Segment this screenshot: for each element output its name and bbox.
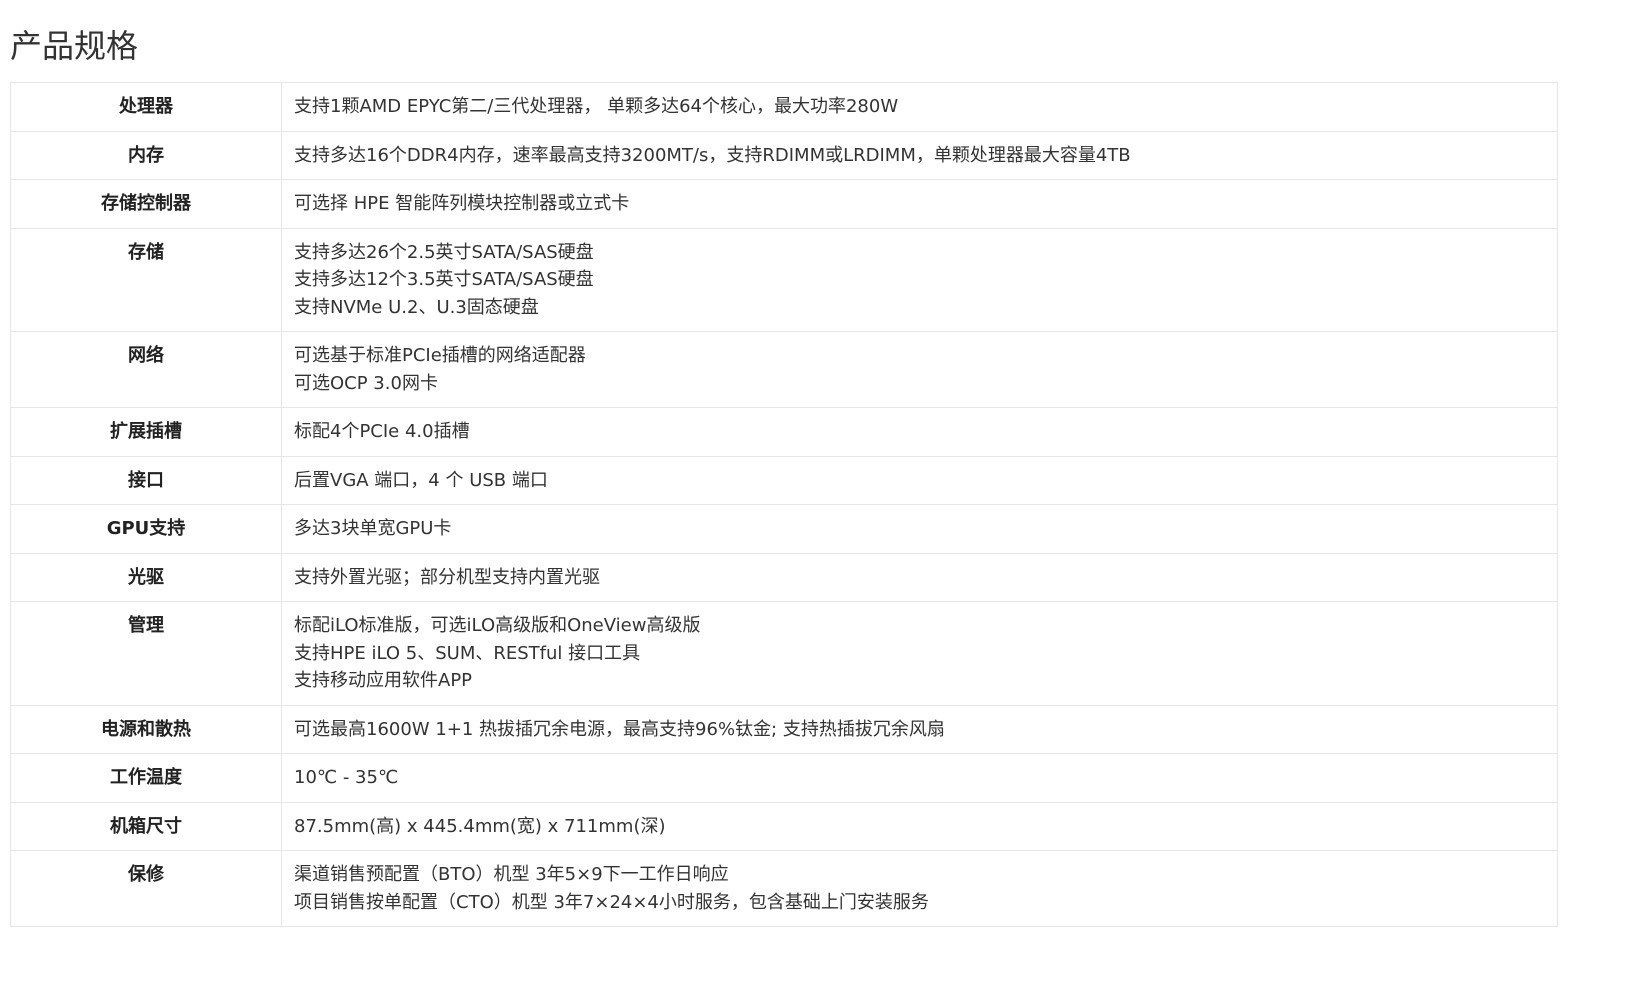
table-row: 工作温度 10℃ - 35℃ xyxy=(10,753,1558,803)
spec-value: 10℃ - 35℃ xyxy=(281,753,1558,803)
spec-value-line: 可选OCP 3.0网卡 xyxy=(294,372,438,394)
table-row: 存储控制器 可选择 HPE 智能阵列模块控制器或立式卡 xyxy=(10,179,1558,229)
table-row: 电源和散热 可选最高1600W 1+1 热拔插冗余电源，最高支持96%钛金; 支… xyxy=(10,704,1558,754)
spec-value-line: 支持多达12个3.5英寸SATA/SAS硬盘 xyxy=(294,269,594,290)
spec-label: 接口 xyxy=(10,455,282,505)
spec-value: 支持外置光驱；部分机型支持内置光驱 xyxy=(281,552,1558,602)
page: 产品规格 处理器 支持1颗AMD EPYC第二/三代处理器， 单颗多达64个核心… xyxy=(0,0,1643,993)
spec-value-line: 支持外置光驱；部分机型支持内置光驱 xyxy=(294,566,600,588)
spec-value: 可选最高1600W 1+1 热拔插冗余电源，最高支持96%钛金; 支持热插拔冗余… xyxy=(281,704,1558,754)
spec-value-line: 多达3块单宽GPU卡 xyxy=(294,518,452,539)
page-title: 产品规格 xyxy=(10,27,139,65)
spec-value: 可选基于标准PCIe插槽的网络适配器 可选OCP 3.0网卡 xyxy=(281,331,1558,408)
table-row: 扩展插槽 标配4个PCIe 4.0插槽 xyxy=(10,407,1558,457)
table-row: 内存 支持多达16个DDR4内存，速率最高支持3200MT/s，支持RDIMM或… xyxy=(10,130,1558,180)
spec-value-line: 后置VGA 端口，4 个 USB 端口 xyxy=(294,469,548,491)
spec-value-line: 渠道销售预配置（BTO）机型 3年5×9下一工作日响应 xyxy=(294,864,729,885)
spec-label: 光驱 xyxy=(10,552,282,602)
spec-value-line: 支持多达26个2.5英寸SATA/SAS硬盘 xyxy=(294,241,594,263)
table-row: GPU支持 多达3块单宽GPU卡 xyxy=(10,504,1558,554)
spec-value-line: 10℃ - 35℃ xyxy=(294,767,399,788)
spec-value: 渠道销售预配置（BTO）机型 3年5×9下一工作日响应 项目销售按单配置（CTO… xyxy=(281,850,1558,927)
table-row: 接口 后置VGA 端口，4 个 USB 端口 xyxy=(10,455,1558,505)
table-row: 管理 标配iLO标准版，可选iLO高级版和OneView高级版 支持HPE iL… xyxy=(10,601,1558,706)
spec-value-line: 支持1颗AMD EPYC第二/三代处理器， 单颗多达64个核心，最大功率280W xyxy=(294,96,899,117)
spec-value-line: 87.5mm(高) x 445.4mm(宽) x 711mm(深) xyxy=(294,815,666,837)
spec-value-line: 标配iLO标准版，可选iLO高级版和OneView高级版 xyxy=(294,615,701,636)
spec-value: 后置VGA 端口，4 个 USB 端口 xyxy=(281,455,1558,505)
spec-value-line: 可选最高1600W 1+1 热拔插冗余电源，最高支持96%钛金; 支持热插拔冗余… xyxy=(294,718,945,740)
spec-label: 管理 xyxy=(10,601,282,706)
spec-value: 标配iLO标准版，可选iLO高级版和OneView高级版 支持HPE iLO 5… xyxy=(281,601,1558,706)
spec-value: 支持1颗AMD EPYC第二/三代处理器， 单颗多达64个核心，最大功率280W xyxy=(281,82,1558,132)
spec-label: 扩展插槽 xyxy=(10,407,282,457)
table-row: 保修 渠道销售预配置（BTO）机型 3年5×9下一工作日响应 项目销售按单配置（… xyxy=(10,850,1558,927)
spec-value-line: 支持移动应用软件APP xyxy=(294,670,473,691)
spec-label: 机箱尺寸 xyxy=(10,801,282,851)
spec-label: 网络 xyxy=(10,331,282,408)
spec-value: 多达3块单宽GPU卡 xyxy=(281,504,1558,554)
spec-label: 保修 xyxy=(10,850,282,927)
spec-table: 处理器 支持1颗AMD EPYC第二/三代处理器， 单颗多达64个核心，最大功率… xyxy=(10,82,1558,927)
spec-label: 存储控制器 xyxy=(10,179,282,229)
spec-value-line: 可选基于标准PCIe插槽的网络适配器 xyxy=(294,345,586,366)
spec-label: 内存 xyxy=(10,130,282,180)
table-row: 机箱尺寸 87.5mm(高) x 445.4mm(宽) x 711mm(深) xyxy=(10,801,1558,851)
spec-label: 工作温度 xyxy=(10,753,282,803)
spec-value-line: 标配4个PCIe 4.0插槽 xyxy=(294,421,470,442)
table-row: 存储 支持多达26个2.5英寸SATA/SAS硬盘 支持多达12个3.5英寸SA… xyxy=(10,227,1558,332)
spec-value-line: 支持多达16个DDR4内存，速率最高支持3200MT/s，支持RDIMM或LRD… xyxy=(294,144,1131,166)
spec-label: 电源和散热 xyxy=(10,704,282,754)
spec-value: 87.5mm(高) x 445.4mm(宽) x 711mm(深) xyxy=(281,801,1558,851)
spec-value: 可选择 HPE 智能阵列模块控制器或立式卡 xyxy=(281,179,1558,229)
table-row: 处理器 支持1颗AMD EPYC第二/三代处理器， 单颗多达64个核心，最大功率… xyxy=(10,82,1558,132)
spec-value-line: 支持HPE iLO 5、SUM、RESTful 接口工具 xyxy=(294,642,641,664)
spec-value-line: 项目销售按单配置（CTO）机型 3年7×24×4小时服务，包含基础上门安装服务 xyxy=(294,891,929,913)
spec-label: GPU支持 xyxy=(10,504,282,554)
spec-value-line: 支持NVMe U.2、U.3固态硬盘 xyxy=(294,296,539,318)
table-row: 光驱 支持外置光驱；部分机型支持内置光驱 xyxy=(10,552,1558,602)
spec-value-line: 可选择 HPE 智能阵列模块控制器或立式卡 xyxy=(294,193,630,214)
spec-label: 存储 xyxy=(10,227,282,332)
spec-value: 标配4个PCIe 4.0插槽 xyxy=(281,407,1558,457)
spec-label: 处理器 xyxy=(10,82,282,132)
table-row: 网络 可选基于标准PCIe插槽的网络适配器 可选OCP 3.0网卡 xyxy=(10,331,1558,408)
spec-value: 支持多达16个DDR4内存，速率最高支持3200MT/s，支持RDIMM或LRD… xyxy=(281,130,1558,180)
spec-value: 支持多达26个2.5英寸SATA/SAS硬盘 支持多达12个3.5英寸SATA/… xyxy=(281,227,1558,332)
